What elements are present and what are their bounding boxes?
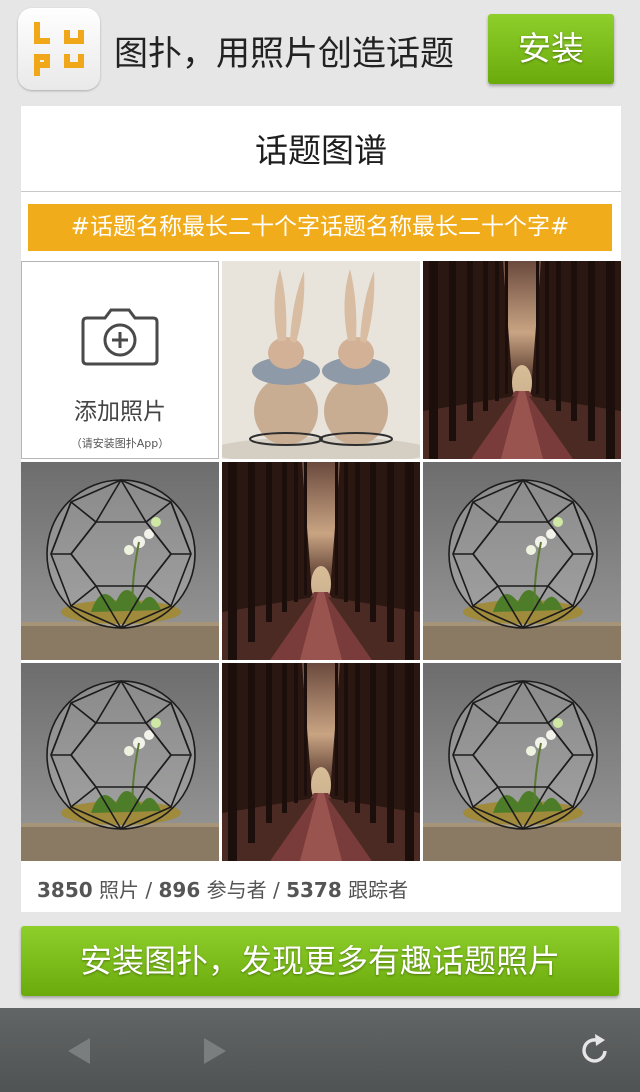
forward-arrow-icon[interactable] bbox=[198, 1034, 232, 1068]
add-photo-tile[interactable]: 添加照片 （请安装图扑App） bbox=[21, 261, 219, 459]
photos-label: 照片 bbox=[99, 878, 140, 902]
add-photo-label: 添加照片 bbox=[74, 399, 166, 425]
participants-count: 896 bbox=[158, 878, 201, 902]
browser-toolbar bbox=[0, 1008, 640, 1092]
install-button[interactable]: 安装 bbox=[488, 14, 614, 84]
camera-add-icon bbox=[81, 308, 159, 366]
participants-label: 参与者 bbox=[206, 878, 267, 902]
photo-forest-path[interactable] bbox=[423, 261, 621, 459]
topic-tag-banner[interactable]: #话题名称最长二十个字话题名称最长二十个字# bbox=[28, 204, 612, 251]
tupu-logo bbox=[18, 8, 100, 90]
photo-rabbit-figurines[interactable] bbox=[222, 261, 420, 459]
photo-glass-terrarium[interactable] bbox=[21, 663, 219, 861]
photo-forest-path[interactable] bbox=[222, 462, 420, 660]
topic-card: 话题图谱 #话题名称最长二十个字话题名称最长二十个字# 添加照片 （请安装图扑A… bbox=[21, 106, 621, 912]
stats-separator: / bbox=[145, 878, 153, 902]
photo-glass-terrarium[interactable] bbox=[423, 462, 621, 660]
refresh-icon[interactable] bbox=[578, 1033, 612, 1067]
photos-count: 3850 bbox=[37, 878, 93, 902]
photo-glass-terrarium[interactable] bbox=[21, 462, 219, 660]
page-title: 话题图谱 bbox=[21, 106, 621, 192]
app-banner-header: 图扑，用照片创造话题 安装 bbox=[0, 0, 640, 100]
photo-forest-path[interactable] bbox=[222, 663, 420, 861]
photo-grid: 添加照片 （请安装图扑App） bbox=[21, 261, 621, 862]
app-slogan: 图扑，用照片创造话题 bbox=[114, 34, 454, 74]
followers-count: 5378 bbox=[286, 878, 342, 902]
stats-separator: / bbox=[272, 878, 280, 902]
back-arrow-icon[interactable] bbox=[62, 1034, 96, 1068]
install-app-cta-button[interactable]: 安装图扑，发现更多有趣话题照片 bbox=[21, 926, 619, 996]
photo-glass-terrarium[interactable] bbox=[423, 663, 621, 861]
followers-label: 跟踪者 bbox=[348, 878, 409, 902]
topic-stats: 3850 照片 / 896 参与者 / 5378 跟踪者 bbox=[37, 874, 408, 903]
add-photo-hint: （请安装图扑App） bbox=[70, 437, 170, 450]
